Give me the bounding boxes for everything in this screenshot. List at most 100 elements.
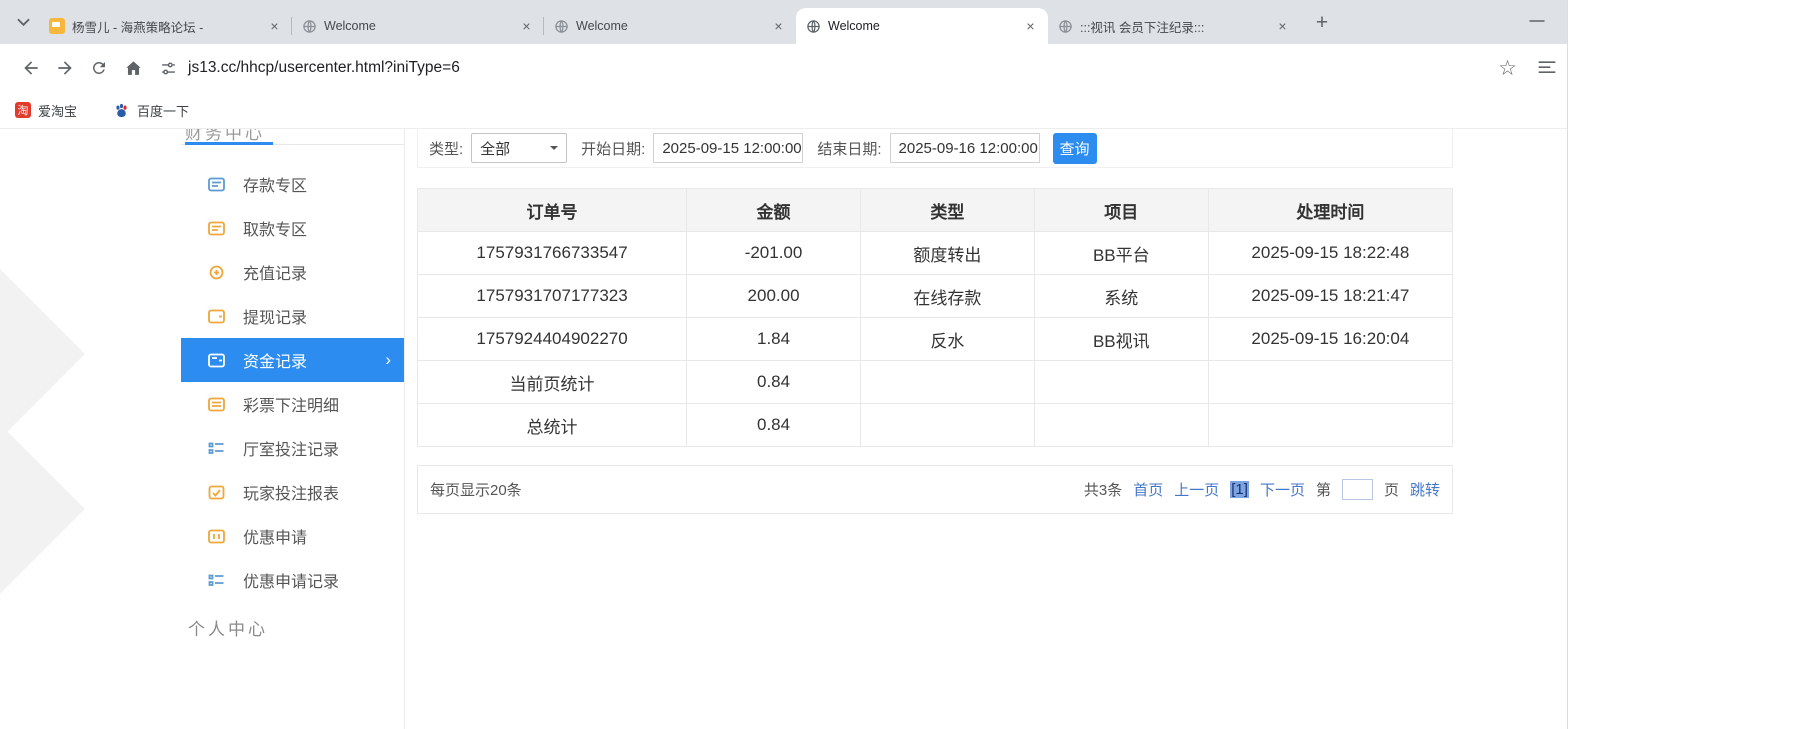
tab-close-icon[interactable]: ×: [266, 18, 283, 35]
reload-button[interactable]: [82, 51, 116, 85]
sidebar-item-withdraw-zone[interactable]: 取款专区: [181, 206, 404, 250]
jump-go-link[interactable]: 跳转: [1410, 479, 1440, 500]
start-date-input[interactable]: 2025-09-15 12:00:00: [653, 133, 804, 163]
cell-empty: [859, 360, 1035, 404]
sidebar-item-withdrawal-records[interactable]: 提现记录: [181, 294, 404, 338]
cell-time: 2025-09-15 18:22:48: [1207, 231, 1454, 275]
type-select[interactable]: 全部: [471, 133, 568, 163]
back-icon: [24, 61, 38, 75]
cell-project: BB平台: [1033, 231, 1209, 275]
tab-title: Welcome: [324, 19, 376, 33]
cell-empty: [1033, 360, 1209, 404]
query-button[interactable]: 查询: [1052, 132, 1097, 164]
promo-apply-record-icon: [208, 573, 226, 588]
tab-forum[interactable]: 杨雪儿 - 海燕策略论坛 - ×: [40, 8, 292, 44]
type-label: 类型:: [429, 140, 464, 158]
main-content: 类型: 全部 开始日期: 2025-09-15 12:00:00 结束日期: 2…: [416, 129, 1454, 514]
home-icon: [125, 60, 141, 75]
sidebar-item-label: 玩家投注报表: [243, 486, 340, 503]
tab-welcome-active[interactable]: Welcome ×: [796, 8, 1048, 44]
cell-type: 额度转出: [859, 231, 1035, 275]
sidebar-item-deposit-zone[interactable]: 存款专区: [181, 162, 404, 206]
pagination-bar: 每页显示20条 共3条 首页 上一页 [1] 下一页 第 页 跳转: [417, 465, 1453, 514]
cell-amount: 1.84: [686, 317, 861, 361]
url-text[interactable]: js13.cc/hhcp/usercenter.html?iniType=6: [188, 59, 460, 77]
next-page-link[interactable]: 下一页: [1260, 479, 1305, 500]
cell-label: 当前页统计: [416, 360, 688, 404]
page-jump-input[interactable]: [1341, 479, 1373, 500]
col-order-id: 订单号: [416, 188, 688, 232]
prev-page-link[interactable]: 上一页: [1174, 479, 1219, 500]
sidebar-item-label: 提现记录: [243, 310, 308, 327]
bookmark-label: 百度一下: [137, 103, 190, 119]
user-center-sidebar: 财务中心 存款专区 取款专区 充值记录 提现记录 资金记录 › 彩票下注明细 厅…: [181, 129, 405, 729]
bookmark-star-icon[interactable]: ☆: [1498, 56, 1517, 81]
end-date-input[interactable]: 2025-09-16 12:00:00: [889, 133, 1040, 163]
col-type: 类型: [859, 188, 1035, 232]
table-header-row: 订单号 金额 类型 项目 处理时间: [416, 188, 1454, 232]
records-table-wrap: 订单号 金额 类型 项目 处理时间 1757931766733547 -201.…: [416, 188, 1454, 447]
pagination-controls: 共3条 首页 上一页 [1] 下一页 第 页 跳转: [1084, 479, 1440, 500]
cell-order-id: 1757931707177323: [416, 274, 688, 318]
total-count-text: 共3条: [1083, 482, 1123, 499]
player-bet-report-icon: [208, 485, 226, 500]
bookmark-aitaobao[interactable]: 淘 爱淘宝: [15, 101, 77, 120]
new-tab-button[interactable]: +: [1308, 9, 1336, 37]
home-button[interactable]: [116, 51, 150, 85]
first-page-link[interactable]: 首页: [1133, 479, 1163, 500]
table-row-page-total: 当前页统计 0.84: [416, 360, 1454, 404]
browser-window: 杨雪儿 - 海燕策略论坛 - × Welcome × Welcome × Wel…: [0, 0, 1568, 729]
globe-favicon: [1057, 18, 1073, 34]
back-button[interactable]: [14, 51, 48, 85]
cell-amount: -201.00: [686, 231, 861, 275]
bookmark-baidu[interactable]: 百度一下: [113, 101, 189, 120]
cell-amount: 200.00: [686, 274, 861, 318]
site-info-button[interactable]: [160, 60, 177, 77]
tab-close-icon[interactable]: ×: [770, 18, 787, 35]
funds-record-icon: [208, 353, 226, 368]
forward-button[interactable]: [48, 51, 82, 85]
tab-close-icon[interactable]: ×: [1022, 18, 1039, 35]
tab-search-button[interactable]: [10, 9, 36, 35]
sidebar-item-promo-apply[interactable]: 优惠申请: [181, 514, 404, 558]
tab-close-icon[interactable]: ×: [1274, 18, 1291, 35]
cell-empty: [1207, 360, 1454, 404]
side-panel-icon[interactable]: [1537, 59, 1557, 77]
per-page-text: 每页显示20条: [430, 482, 522, 499]
taobao-icon: 淘: [15, 102, 31, 118]
sidebar-item-promo-apply-records[interactable]: 优惠申请记录: [181, 558, 404, 602]
chevron-right-icon: ›: [385, 350, 391, 369]
current-page-indicator: [1]: [1230, 481, 1249, 498]
tab-close-icon[interactable]: ×: [518, 18, 535, 35]
sidebar-item-label: 存款专区: [243, 178, 308, 195]
sidebar-item-label: 彩票下注明细: [243, 398, 340, 415]
sidebar-item-funds-records[interactable]: 资金记录 ›: [181, 338, 404, 382]
sidebar-item-lottery-bet-details[interactable]: 彩票下注明细: [181, 382, 404, 426]
tab-video-records[interactable]: :::视讯 会员下注纪录::: ×: [1048, 8, 1300, 44]
globe-favicon: [301, 18, 317, 34]
recharge-record-icon: [208, 265, 226, 280]
sidebar-item-hall-bet-records[interactable]: 厅室投注记录: [181, 426, 404, 470]
jump-label-pre: 第: [1315, 482, 1331, 499]
tab-title: 杨雪儿 - 海燕策略论坛 -: [72, 20, 204, 35]
sidebar-item-label: 取款专区: [243, 222, 308, 239]
sidebar-item-player-bet-report[interactable]: 玩家投注报表: [181, 470, 404, 514]
cell-amount: 0.84: [686, 403, 861, 447]
bookmarks-bar: 淘 爱淘宝 百度一下: [0, 92, 1567, 129]
globe-favicon: [805, 18, 821, 34]
select-caret-icon: [550, 146, 559, 154]
sidebar-item-recharge-records[interactable]: 充值记录: [181, 250, 404, 294]
cell-type: 反水: [859, 317, 1035, 361]
window-minimize-button[interactable]: —: [1523, 12, 1551, 32]
table-row: 1757924404902270 1.84 反水 BB视讯 2025-09-15…: [416, 317, 1454, 361]
cell-time: 2025-09-15 18:21:47: [1207, 274, 1454, 318]
cell-type: 在线存款: [859, 274, 1035, 318]
cell-amount: 0.84: [686, 360, 861, 404]
omnibox[interactable]: js13.cc/hhcp/usercenter.html?iniType=6: [160, 59, 1492, 77]
tab-strip: 杨雪儿 - 海燕策略论坛 - × Welcome × Welcome × Wel…: [0, 0, 1567, 44]
tab-welcome-1[interactable]: Welcome ×: [292, 8, 544, 44]
forward-icon: [58, 61, 72, 75]
tab-welcome-2[interactable]: Welcome ×: [544, 8, 796, 44]
sidebar-item-label: 优惠申请记录: [243, 574, 340, 591]
forum-favicon: [49, 18, 65, 34]
